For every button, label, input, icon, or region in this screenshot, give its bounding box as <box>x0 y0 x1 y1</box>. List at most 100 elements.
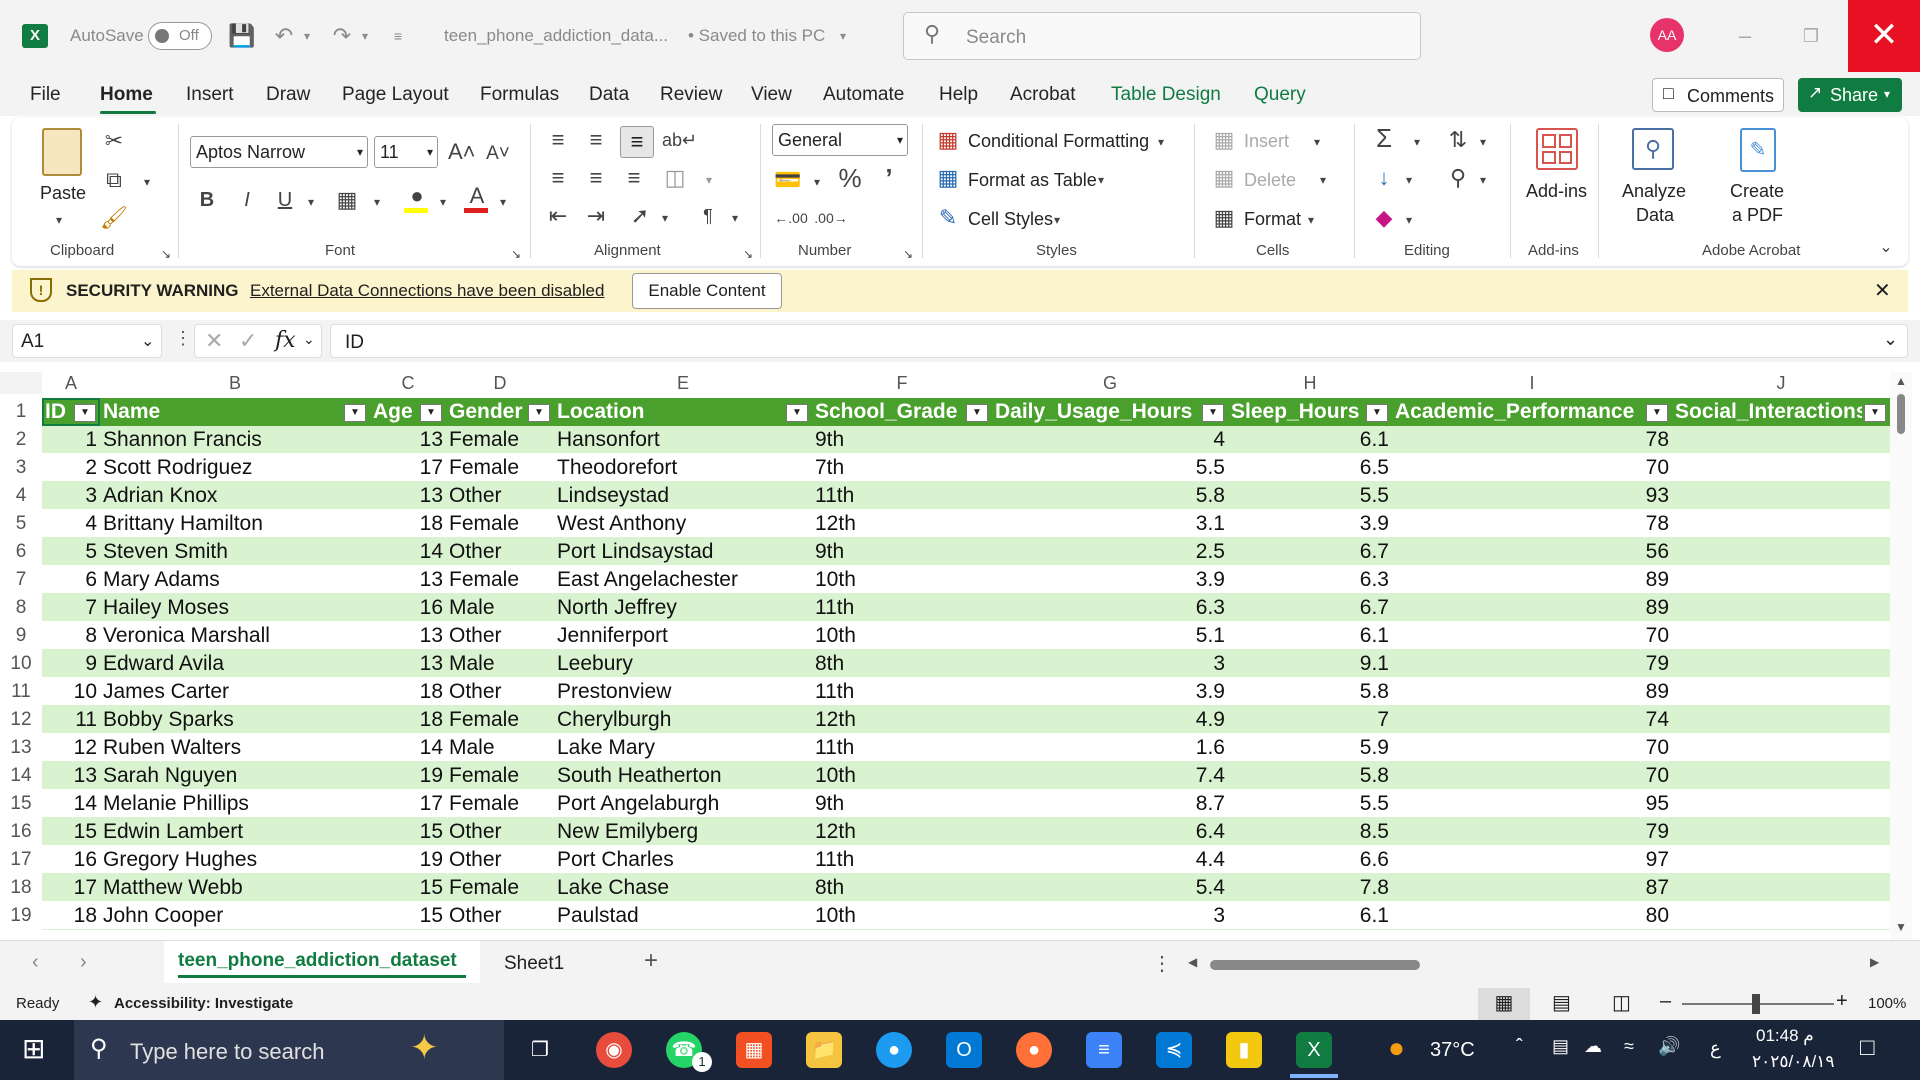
find-select-dropdown-icon[interactable]: ▾ <box>1476 166 1490 194</box>
table-cell[interactable]: 5 <box>42 538 100 566</box>
enable-content-button[interactable]: Enable Content <box>632 273 782 309</box>
decrease-indent-icon[interactable]: ⇤ <box>544 202 572 230</box>
table-cell[interactable]: 3.9 <box>992 678 1228 706</box>
table-cell[interactable]: 3.1 <box>992 510 1228 538</box>
table-cell[interactable]: Other <box>446 678 554 706</box>
prev-sheet-icon[interactable]: ‹ <box>32 951 39 974</box>
table-cell[interactable]: Lake Mary <box>554 734 812 762</box>
table-cell[interactable]: Scott Rodriguez <box>100 454 370 482</box>
onedrive-icon[interactable]: ☁ <box>1584 1036 1602 1057</box>
conditional-formatting-dropdown-icon[interactable]: ▾ <box>1154 128 1168 156</box>
table-cell[interactable]: 19 <box>370 762 446 790</box>
save-icon[interactable]: 💾 <box>228 22 256 50</box>
table-cell[interactable]: 5.9 <box>1228 734 1392 762</box>
file-explorer-icon[interactable]: 📁 <box>806 1032 842 1068</box>
column-header-f[interactable]: F <box>812 372 992 394</box>
table-cell[interactable]: John Cooper <box>100 902 370 930</box>
table-cell[interactable]: Female <box>446 566 554 594</box>
clear-dropdown-icon[interactable]: ▾ <box>1402 206 1416 234</box>
table-cell[interactable]: 8th <box>812 650 992 678</box>
comma-style-icon[interactable]: ’ <box>876 164 902 192</box>
table-cell[interactable]: 87 <box>1392 874 1672 902</box>
tabs-menu-icon[interactable]: ⋮ <box>1152 951 1172 976</box>
orientation-icon[interactable]: ➚ <box>626 202 654 230</box>
menu-help[interactable]: Help <box>939 84 978 106</box>
comments-button[interactable]: □ Comments <box>1652 78 1784 112</box>
delete-cells-icon[interactable]: ▦ <box>1210 164 1238 192</box>
table-cell[interactable]: 9.1 <box>1228 650 1392 678</box>
table-cell[interactable]: 4 <box>992 426 1228 454</box>
table-cell[interactable]: 9th <box>812 790 992 818</box>
table-cell[interactable]: 6.4 <box>992 818 1228 846</box>
excel-taskbar-icon[interactable]: X <box>1296 1032 1332 1068</box>
table-cell[interactable]: 10 <box>42 678 100 706</box>
table-cell[interactable]: 3 <box>992 650 1228 678</box>
redo-dropdown-icon[interactable]: ▾ <box>358 22 372 50</box>
zoom-level[interactable]: 100% <box>1868 995 1906 1012</box>
notifications-icon[interactable]: □ <box>1860 1034 1875 1062</box>
table-cell[interactable]: 10th <box>812 762 992 790</box>
table-cell[interactable]: Veronica Marshall <box>100 622 370 650</box>
table-cell[interactable]: 95 <box>1392 790 1672 818</box>
header-cell[interactable]: Location <box>554 398 784 426</box>
edge-icon[interactable]: ● <box>876 1032 912 1068</box>
menu-query[interactable]: Query <box>1254 84 1306 106</box>
cell-styles-icon[interactable]: ✎ <box>934 204 962 232</box>
conditional-formatting-icon[interactable]: ▦ <box>934 126 962 154</box>
table-cell[interactable]: 6.3 <box>1228 566 1392 594</box>
show-hidden-icons[interactable]: ˆ <box>1516 1036 1523 1059</box>
table-cell[interactable]: Hailey Moses <box>100 594 370 622</box>
table-cell[interactable]: Female <box>446 426 554 454</box>
header-cell[interactable]: Age <box>370 398 418 426</box>
redo-icon[interactable]: ↷ <box>328 22 356 50</box>
row-number[interactable]: 11 <box>0 678 42 706</box>
filter-dropdown-icon[interactable]: ▼ <box>344 404 366 422</box>
table-cell[interactable]: 3.9 <box>992 566 1228 594</box>
table-cell[interactable] <box>1672 762 1890 790</box>
windows-start-icon[interactable]: ⊞ <box>22 1032 45 1065</box>
table-cell[interactable]: Female <box>446 762 554 790</box>
table-cell[interactable]: 5.1 <box>992 622 1228 650</box>
table-cell[interactable]: 2.5 <box>992 538 1228 566</box>
table-cell[interactable]: 18 <box>370 706 446 734</box>
table-cell[interactable]: 12th <box>812 818 992 846</box>
table-cell[interactable] <box>1672 622 1890 650</box>
table-cell[interactable]: North Jeffrey <box>554 594 812 622</box>
table-cell[interactable]: 6 <box>42 566 100 594</box>
borders-icon[interactable]: ▦ <box>334 186 360 214</box>
row-number[interactable]: 6 <box>0 538 42 566</box>
bold-icon[interactable]: B <box>196 186 218 214</box>
table-cell[interactable]: 8.5 <box>1228 818 1392 846</box>
column-header-i[interactable]: I <box>1392 372 1672 394</box>
zoom-slider-thumb[interactable] <box>1752 994 1760 1014</box>
table-cell[interactable]: 79 <box>1392 650 1672 678</box>
format-as-table-dropdown-icon[interactable]: ▾ <box>1094 166 1108 194</box>
table-cell[interactable]: 11 <box>42 706 100 734</box>
table-cell[interactable]: Melanie Phillips <box>100 790 370 818</box>
insert-cells-icon[interactable]: ▦ <box>1210 126 1238 154</box>
table-cell[interactable] <box>1672 706 1890 734</box>
table-cell[interactable]: East Angelachester <box>554 566 812 594</box>
zoom-in-icon[interactable]: + <box>1836 990 1848 1013</box>
table-cell[interactable]: Male <box>446 650 554 678</box>
horizontal-scroll-thumb[interactable] <box>1210 960 1420 970</box>
column-header-h[interactable]: H <box>1228 372 1392 394</box>
clear-icon[interactable]: ◆ <box>1370 204 1398 232</box>
paste-label[interactable]: Paste <box>40 183 86 204</box>
table-cell[interactable]: 14 <box>370 538 446 566</box>
scroll-down-icon[interactable]: ▼ <box>1895 920 1907 934</box>
table-cell[interactable]: Shannon Francis <box>100 426 370 454</box>
table-cell[interactable]: 7th <box>812 454 992 482</box>
row-number[interactable]: 8 <box>0 594 42 622</box>
accounting-format-icon[interactable]: 💳 <box>774 166 802 194</box>
scroll-right-icon[interactable]: ▶ <box>1870 955 1879 969</box>
insert-dropdown-icon[interactable]: ▾ <box>1310 128 1324 156</box>
filter-dropdown-icon[interactable]: ▼ <box>786 404 808 422</box>
table-cell[interactable]: Theodorefort <box>554 454 812 482</box>
menu-insert[interactable]: Insert <box>186 84 234 106</box>
table-cell[interactable]: 12th <box>812 706 992 734</box>
menu-table-design[interactable]: Table Design <box>1111 84 1221 106</box>
paste-dropdown-icon[interactable]: ▾ <box>50 206 68 234</box>
filter-dropdown-icon[interactable]: ▼ <box>1202 404 1224 422</box>
header-cell[interactable]: Gender <box>446 398 526 426</box>
